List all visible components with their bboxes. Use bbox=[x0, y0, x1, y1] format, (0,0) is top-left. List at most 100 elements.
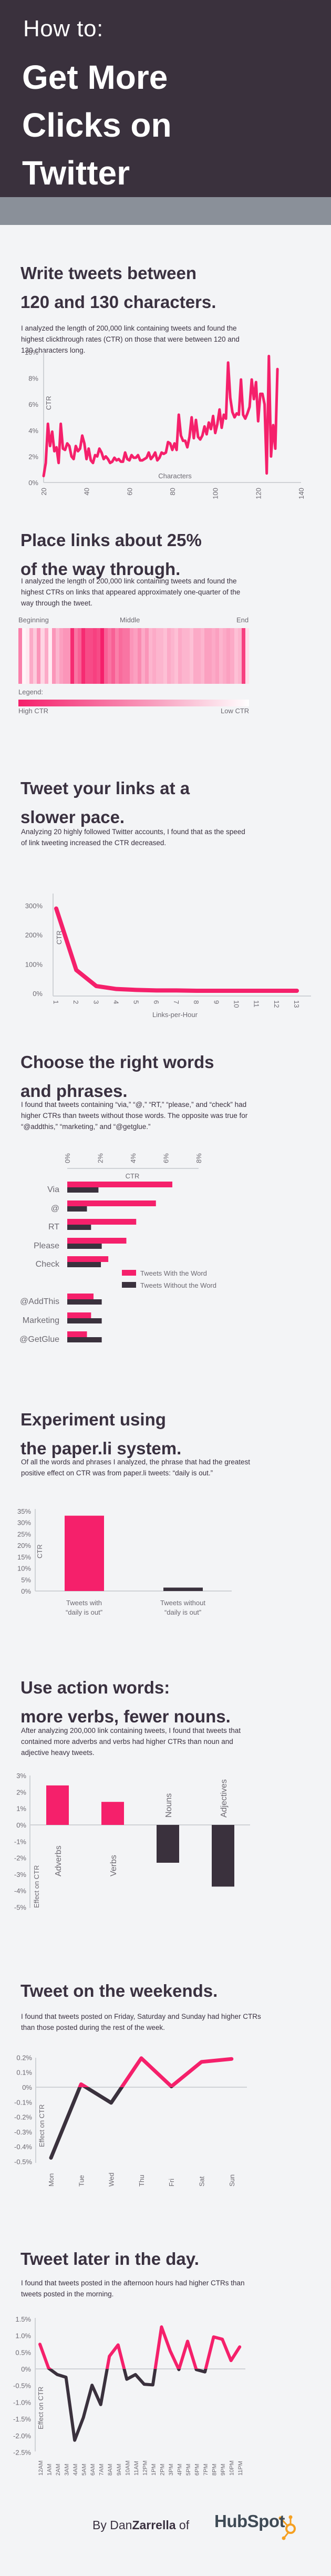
y-tick-label: 0% bbox=[21, 2365, 31, 2373]
heatmap-stripe bbox=[200, 628, 204, 684]
x-tick-label: 2AM bbox=[55, 2464, 61, 2476]
bar-verbs bbox=[101, 1802, 124, 1825]
heatmap-stripe bbox=[237, 628, 242, 684]
heatmap-stripe bbox=[208, 628, 212, 684]
y-tick-label: 2% bbox=[28, 453, 38, 460]
category-label: Tweets with bbox=[66, 1599, 102, 1607]
heatmap-stripe bbox=[55, 628, 59, 684]
x-tick-label: 10AM bbox=[125, 2460, 131, 2476]
heatmap-stripe bbox=[152, 628, 156, 684]
bar-with-word bbox=[67, 1256, 109, 1262]
y-tick-label: 0.2% bbox=[16, 2054, 32, 2061]
x-tick-label: 3PM bbox=[168, 2464, 174, 2476]
heatmap-stripe bbox=[204, 628, 208, 684]
x-tick-label: 4 bbox=[112, 1000, 120, 1004]
x-tick-label: 12PM bbox=[142, 2460, 148, 2476]
x-tick-label: 6% bbox=[162, 1153, 170, 1163]
title-line: Choose the right words bbox=[20, 1052, 214, 1072]
x-tick-label: 8% bbox=[195, 1153, 203, 1163]
y-tick-label: -2% bbox=[14, 1854, 27, 1862]
byline-author: Zarrella bbox=[132, 2518, 176, 2532]
heatmap-stripe bbox=[111, 628, 116, 684]
x-tick-label: 0% bbox=[64, 1153, 71, 1163]
category-label: Tweets without bbox=[160, 1599, 205, 1607]
legend-label-without: Tweets Without the Word bbox=[140, 1281, 216, 1289]
x-tick-label: 8AM bbox=[107, 2464, 113, 2476]
bar-with-word bbox=[67, 1200, 156, 1206]
bar-without-word bbox=[67, 1225, 91, 1230]
heatmap-stripe bbox=[171, 628, 175, 684]
heatmap-stripe bbox=[85, 628, 89, 684]
series-line-above bbox=[38, 2325, 242, 2369]
x-tick-label: 7 bbox=[172, 1000, 180, 1004]
legend-swatch-with bbox=[122, 1270, 136, 1276]
category-label: Via bbox=[47, 1185, 59, 1194]
heatmap-label-beginning: Beginning bbox=[18, 616, 49, 624]
title-line: Place links about 25% bbox=[20, 530, 202, 550]
y-tick-label: 4% bbox=[28, 427, 38, 435]
category-label: Verbs bbox=[109, 1855, 118, 1876]
title-line: Use action words: bbox=[20, 1678, 170, 1697]
x-tick-label: 120 bbox=[254, 488, 262, 499]
bar-with-word bbox=[67, 1331, 87, 1337]
heatmap-stripe bbox=[230, 628, 234, 684]
x-tick-label: 12AM bbox=[38, 2460, 44, 2476]
y-tick-label: 2% bbox=[16, 1788, 26, 1796]
bar-without-word bbox=[67, 1337, 102, 1342]
y-tick-label: 20% bbox=[17, 1542, 31, 1549]
y-tick-label: -0.1% bbox=[14, 2098, 32, 2106]
series-line-ctr bbox=[42, 354, 279, 478]
title-line: Tweet your links at a bbox=[20, 778, 190, 798]
x-tick-label: 6AM bbox=[90, 2464, 96, 2476]
category-label: @GetGlue bbox=[19, 1335, 59, 1344]
section-body-action-words: After analyzing 200,000 link containing … bbox=[21, 1727, 241, 1757]
heatmap-stripe bbox=[37, 628, 41, 684]
x-tick-label: 2 bbox=[72, 1000, 80, 1004]
heatmap-stripe bbox=[223, 628, 227, 684]
heatmap-stripe bbox=[241, 628, 245, 684]
y-tick-label: 8% bbox=[28, 375, 38, 383]
section-body-words: I found that tweets containing “via,” “@… bbox=[21, 1101, 248, 1131]
legend-label-with: Tweets With the Word bbox=[140, 1269, 207, 1277]
y-tick-label: 10% bbox=[17, 1565, 31, 1573]
y-tick-label: -3% bbox=[14, 1871, 27, 1879]
y-axis-label: CTR bbox=[36, 1544, 44, 1558]
section-title-position: Place links about 25% of the way through… bbox=[20, 526, 304, 583]
y-tick-label: 0.1% bbox=[16, 2069, 32, 2077]
heatmap-stripe bbox=[212, 628, 216, 684]
heatmap-stripe bbox=[130, 628, 134, 684]
y-tick-label: 10% bbox=[25, 348, 38, 356]
y-axis-label: Effect on CTR bbox=[33, 1865, 40, 1908]
chart-length: 0%2%4%6%8%10%20 40 60 80 100 120 140Characters… bbox=[13, 0, 311, 2540]
y-tick-label: 0% bbox=[28, 479, 38, 487]
x-tick-label: 11 bbox=[253, 1000, 261, 1008]
legend-high-label: High CTR bbox=[18, 707, 49, 715]
y-tick-label: -2.0% bbox=[13, 2432, 31, 2440]
category-label: “daily is out” bbox=[66, 1608, 102, 1616]
heatmap-stripe bbox=[44, 628, 48, 684]
heatmap-stripe bbox=[67, 628, 71, 684]
y-tick-label: 0.5% bbox=[15, 2348, 31, 2356]
x-tick-label: 40 bbox=[83, 488, 91, 495]
heatmap-stripe bbox=[74, 628, 78, 684]
category-label: Adverbs bbox=[54, 1845, 63, 1876]
hubspot-wordmark: HubSpot bbox=[214, 2511, 285, 2531]
heatmap-stripe bbox=[18, 628, 23, 684]
x-tick-label: 1 bbox=[52, 1000, 60, 1004]
section-title-hours: Tweet later in the day. bbox=[20, 2244, 304, 2273]
section-title-words: Choose the right words and phrases. bbox=[20, 1048, 304, 1105]
section-body-pace: Analyzing 20 highly followed Twitter acc… bbox=[21, 828, 245, 847]
title-line: Tweet on the weekends. bbox=[20, 1981, 218, 2000]
heatmap-stripe bbox=[182, 628, 186, 684]
y-tick-label: -0.4% bbox=[14, 2143, 32, 2151]
x-tick-label: 5PM bbox=[185, 2464, 192, 2476]
category-label: @ bbox=[51, 1204, 59, 1213]
x-tick-label: 1AM bbox=[47, 2464, 53, 2476]
heatmap-stripe bbox=[119, 628, 123, 684]
heatmap-stripe bbox=[92, 628, 97, 684]
y-tick-label: 100% bbox=[25, 960, 43, 968]
legend-title: Legend: bbox=[18, 688, 43, 696]
bar-with bbox=[65, 1515, 104, 1591]
category-label: Marketing bbox=[23, 1316, 59, 1325]
x-tick-label: Thu bbox=[138, 2175, 146, 2187]
